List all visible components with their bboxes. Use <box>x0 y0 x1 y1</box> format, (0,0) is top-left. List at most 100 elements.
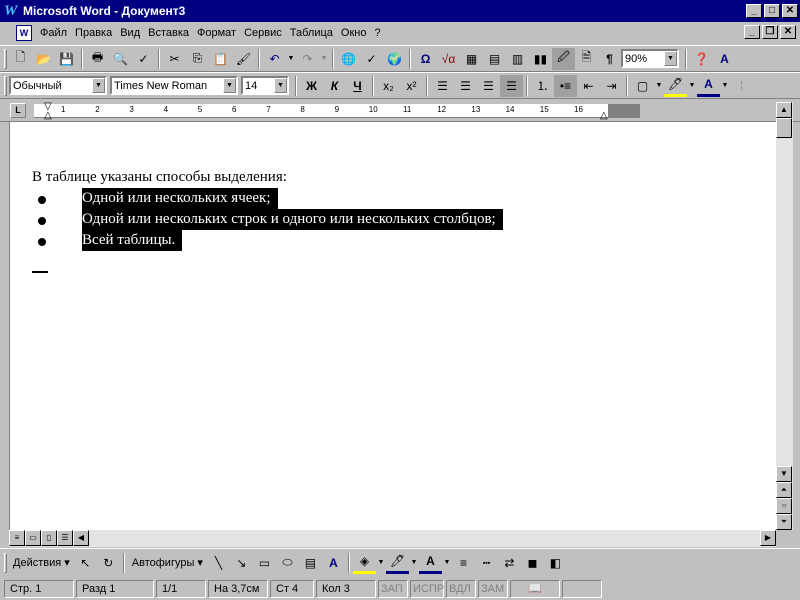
status-overtype[interactable]: ЗАМ <box>478 580 508 598</box>
maximize-button[interactable]: □ <box>764 4 780 18</box>
borders-icon[interactable]: ▢ <box>631 75 654 97</box>
font-select[interactable]: Times New Roman ▼ <box>110 76 238 95</box>
web-icon[interactable]: 🌍 <box>383 48 406 70</box>
justify-icon[interactable]: ☰ <box>500 74 523 97</box>
equation-icon[interactable]: √α <box>437 48 460 70</box>
scroll-right-button[interactable]: ▶ <box>760 530 776 546</box>
insert-table-icon[interactable]: ▤ <box>483 48 506 70</box>
print-preview-icon[interactable]: 🔍 <box>109 48 132 70</box>
underline-button[interactable]: Ч <box>346 75 369 97</box>
free-rotate-icon[interactable]: ↻ <box>97 552 120 574</box>
office-assistant-icon[interactable]: A <box>713 48 736 70</box>
menu-help[interactable]: ? <box>370 27 384 39</box>
decrease-indent-icon[interactable]: ⇤ <box>577 75 600 97</box>
scroll-up-button[interactable]: ▲ <box>776 102 792 118</box>
paste-icon[interactable]: 📋 <box>209 48 232 70</box>
horizontal-scrollbar[interactable]: ≡ ▭ ▯ ☰ ◀ ▶ <box>9 530 776 547</box>
scroll-thumb[interactable] <box>776 118 792 138</box>
chevron-down-icon[interactable]: ▼ <box>442 552 452 574</box>
line-color-icon[interactable]: 🖊 <box>385 552 409 574</box>
fill-color-icon[interactable]: ◈ <box>352 552 376 574</box>
outline-view-icon[interactable]: ☰ <box>57 530 73 546</box>
doc-restore-button[interactable]: ❐ <box>762 25 778 39</box>
scroll-left-button[interactable]: ◀ <box>73 530 89 546</box>
menu-insert[interactable]: Вставка <box>144 27 193 39</box>
rectangle-icon[interactable]: ▭ <box>253 552 276 574</box>
page-layout-icon[interactable]: ▯ <box>41 530 57 546</box>
chevron-down-icon[interactable]: ▼ <box>286 48 296 70</box>
columns-icon[interactable]: ▮▮ <box>529 48 552 70</box>
chevron-down-icon[interactable]: ▼ <box>654 75 664 97</box>
align-center-icon[interactable]: ☰ <box>454 75 477 97</box>
normal-view-icon[interactable]: ≡ <box>9 530 25 546</box>
bullet-item[interactable]: Одной или нескольких ячеек; <box>82 188 278 209</box>
doc-close-button[interactable]: ✕ <box>780 25 796 39</box>
next-page-button[interactable]: ⏷ <box>776 514 792 530</box>
select-objects-icon[interactable]: ↖ <box>74 552 97 574</box>
hyperlink-icon[interactable]: 🌐 <box>337 48 360 70</box>
chevron-down-icon[interactable]: ▼ <box>274 78 287 93</box>
browse-object-button[interactable]: ○ <box>776 498 792 514</box>
chevron-down-icon[interactable]: ▼ <box>319 48 329 70</box>
show-hide-icon[interactable]: ¶ <box>598 48 621 70</box>
numbering-icon[interactable]: ⒈ <box>531 75 554 97</box>
dash-style-icon[interactable]: ┅ <box>475 552 498 574</box>
chevron-down-icon[interactable]: ▼ <box>720 75 730 97</box>
bullet-item[interactable]: Одной или нескольких строк и одного или … <box>82 209 503 230</box>
close-button[interactable]: ✕ <box>782 4 798 18</box>
minimize-button[interactable]: _ <box>746 4 762 18</box>
redo-icon[interactable]: ↷ <box>296 48 319 70</box>
scroll-track[interactable] <box>89 530 760 547</box>
previous-page-button[interactable]: ⏶ <box>776 482 792 498</box>
font-color-icon[interactable]: A <box>697 75 720 97</box>
undo-icon[interactable]: ↶ <box>263 48 286 70</box>
spelling-status-icon[interactable]: 📖 <box>510 580 560 598</box>
menu-file[interactable]: Файл <box>36 27 71 39</box>
increase-indent-icon[interactable]: ⇥ <box>600 75 623 97</box>
superscript-icon[interactable]: x² <box>400 75 423 97</box>
new-icon[interactable]: 🗋 <box>9 48 32 70</box>
chevron-down-icon[interactable]: ▼ <box>376 552 386 574</box>
status-track-changes[interactable]: ИСПР <box>410 580 444 598</box>
web-toolbar-icon[interactable]: ✓ <box>360 48 383 70</box>
italic-button[interactable]: К <box>323 75 346 97</box>
menu-window[interactable]: Окно <box>337 27 371 39</box>
align-left-icon[interactable]: ☰ <box>431 75 454 97</box>
right-indent-marker[interactable]: △ <box>600 111 608 121</box>
arrow-style-icon[interactable]: ⇄ <box>498 552 521 574</box>
print-icon[interactable]: 🖶 <box>86 48 109 70</box>
bullets-icon[interactable]: •≡ <box>554 74 577 97</box>
help-icon[interactable]: ❓ <box>690 48 713 70</box>
bold-button[interactable]: Ж <box>300 75 323 97</box>
3d-icon[interactable]: ◧ <box>544 552 567 574</box>
actions-menu[interactable]: Действия ▾ <box>9 556 74 569</box>
document-icon[interactable]: W <box>16 25 32 41</box>
open-icon[interactable]: 📂 <box>32 48 55 70</box>
chevron-down-icon[interactable]: ▼ <box>664 51 677 66</box>
autoshapes-menu[interactable]: Автофигуры ▾ <box>128 556 207 569</box>
symbol-icon[interactable]: Ω <box>414 48 437 70</box>
style-select[interactable]: Обычный ▼ <box>9 76 107 95</box>
insert-excel-icon[interactable]: ▥ <box>506 48 529 70</box>
document-map-icon[interactable]: 🗎 <box>575 48 598 70</box>
document-text[interactable]: В таблице указаны способы выделения: <box>32 167 287 188</box>
line-icon[interactable]: ╲ <box>207 552 230 574</box>
menu-edit[interactable]: Правка <box>71 27 116 39</box>
chevron-down-icon[interactable]: ▼ <box>687 75 697 97</box>
align-right-icon[interactable]: ☰ <box>477 75 500 97</box>
status-extend[interactable]: ВДЛ <box>446 580 476 598</box>
shadow-icon[interactable]: ◼ <box>521 552 544 574</box>
vertical-scrollbar[interactable]: ▲ ▼ ⏶ ○ ⏷ <box>776 102 793 530</box>
wordart-icon[interactable]: A <box>322 552 345 574</box>
zoom-select[interactable]: 90% ▼ <box>621 49 679 68</box>
drawing-icon[interactable]: 🖉 <box>552 47 575 70</box>
intro-paragraph[interactable]: В таблице указаны способы выделения: <box>32 167 287 188</box>
distributed-icon[interactable]: ⁞ <box>730 75 753 97</box>
chevron-down-icon[interactable]: ▼ <box>409 552 419 574</box>
menu-view[interactable]: Вид <box>116 27 144 39</box>
oval-icon[interactable]: ⬭ <box>276 552 299 574</box>
arrow-icon[interactable]: ↘ <box>230 552 253 574</box>
document-page[interactable]: В таблице указаны способы выделения: Одн… <box>9 122 776 530</box>
menu-table[interactable]: Таблица <box>286 27 337 39</box>
menu-tools[interactable]: Сервис <box>240 27 286 39</box>
